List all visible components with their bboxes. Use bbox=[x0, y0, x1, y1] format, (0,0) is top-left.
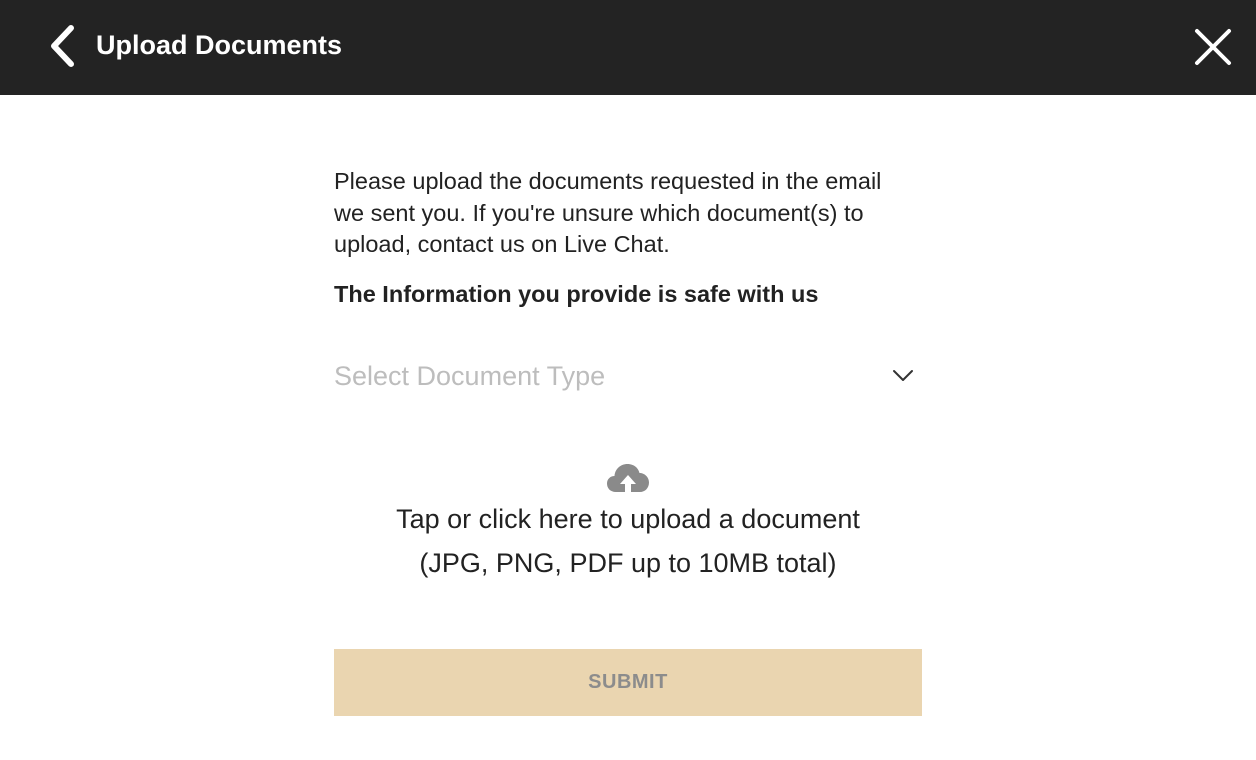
close-icon bbox=[1195, 29, 1231, 65]
close-button[interactable] bbox=[1190, 24, 1236, 70]
back-button[interactable] bbox=[40, 22, 84, 70]
document-type-placeholder: Select Document Type bbox=[334, 360, 606, 391]
upload-instruction: Tap or click here to upload a document bbox=[396, 504, 860, 534]
upload-dropzone[interactable]: Tap or click here to upload a document (… bbox=[334, 460, 922, 590]
chevron-down-icon bbox=[890, 363, 916, 389]
document-type-select[interactable]: Select Document Type bbox=[334, 354, 922, 398]
chevron-left-icon bbox=[51, 25, 74, 67]
safety-note: The Information you provide is safe with… bbox=[334, 280, 819, 307]
upload-file-types: (JPG, PNG, PDF up to 10MB total) bbox=[419, 548, 837, 578]
upload-instructions: Please upload the documents requested in… bbox=[334, 166, 922, 309]
cloud-upload-icon bbox=[607, 464, 649, 492]
top-bar: Upload Documents bbox=[0, 0, 1256, 95]
submit-button[interactable]: SUBMIT bbox=[334, 649, 922, 716]
page-title: Upload Documents bbox=[96, 30, 343, 60]
intro-text: Please upload the documents requested in… bbox=[334, 168, 882, 257]
